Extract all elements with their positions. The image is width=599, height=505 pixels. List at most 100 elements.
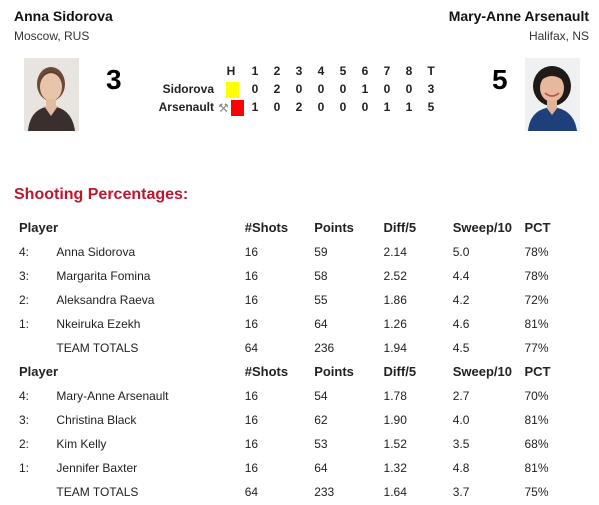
player-diff: 1.26 <box>383 317 407 331</box>
player-shots: 16 <box>244 317 259 331</box>
player-points: 54 <box>314 389 328 403</box>
player-shots: 16 <box>244 413 259 427</box>
end-header-6: 6 <box>361 64 369 78</box>
player-points: 62 <box>314 413 328 427</box>
total-header: T <box>427 64 435 78</box>
left-skip-name: Anna Sidorova <box>14 8 113 24</box>
player-row: 1: Jennifer Baxter 16 64 1.32 4.8 81% <box>14 456 574 480</box>
player-position: 4: <box>19 245 30 259</box>
player-row: 1: Nkeiruka Ezekh 16 64 1.26 4.6 81% <box>14 312 574 336</box>
player-row: 4: Anna Sidorova 16 59 2.14 5.0 78% <box>14 240 574 264</box>
player-points: 58 <box>314 269 328 283</box>
stats-header-row: Player #Shots Points Diff/5 Sweep/10 PCT <box>14 216 574 240</box>
team-total-diff: 1.64 <box>383 485 407 499</box>
left-skip-score: 3 <box>106 64 122 95</box>
stone-color-indicator: ⚒ <box>218 98 244 116</box>
player-points: 55 <box>314 293 328 307</box>
stats-header-row: Player #Shots Points Diff/5 Sweep/10 PCT <box>14 360 574 384</box>
linescore-row: Sidorova 0 2 0 0 0 1 0 0 3 <box>148 80 442 98</box>
shooting-percentages-table: Player #Shots Points Diff/5 Sweep/10 PCT… <box>14 216 574 504</box>
player-diff: 1.52 <box>383 437 407 451</box>
player-diff: 1.86 <box>383 293 407 307</box>
end-header-4: 4 <box>317 64 325 78</box>
team-totals-label: TEAM TOTALS <box>56 341 139 355</box>
hammer-icon: ⚒ <box>218 101 229 115</box>
column-header-player: Player <box>19 220 59 235</box>
right-skip-name: Mary-Anne Arsenault <box>448 8 589 24</box>
player-shots: 16 <box>244 389 259 403</box>
player-name: Jennifer Baxter <box>56 461 138 475</box>
column-header-diff: Diff/5 <box>383 220 417 235</box>
player-pct: 81% <box>524 413 549 427</box>
player-shots: 16 <box>244 269 259 283</box>
player-position: 2: <box>19 437 30 451</box>
linescore-team-name: Sidorova <box>162 82 214 96</box>
team-total-points: 233 <box>314 485 335 499</box>
team-totals-label: TEAM TOTALS <box>56 485 139 499</box>
player-name: Kim Kelly <box>56 437 107 451</box>
red-stone-marker <box>231 99 244 116</box>
total-score: 5 <box>427 100 435 114</box>
player-sweep: 4.0 <box>452 413 470 427</box>
team-total-pct: 77% <box>524 341 549 355</box>
team-total-diff: 1.94 <box>383 341 407 355</box>
player-sweep: 3.5 <box>452 437 470 451</box>
end-score: 1 <box>383 100 391 114</box>
end-score: 2 <box>295 100 303 114</box>
column-header-player: Player <box>19 364 59 379</box>
end-header-7: 7 <box>383 64 391 78</box>
player-pct: 81% <box>524 461 549 475</box>
player-pct: 78% <box>524 269 549 283</box>
column-header-sweep: Sweep/10 <box>452 220 513 235</box>
player-name: Anna Sidorova <box>56 245 136 259</box>
player-name: Mary-Anne Arsenault <box>56 389 169 403</box>
team-totals-row: TEAM TOTALS 64 236 1.94 4.5 77% <box>14 336 574 360</box>
end-score: 0 <box>361 100 369 114</box>
end-score: 2 <box>273 82 281 96</box>
team-total-sweep: 4.5 <box>452 341 470 355</box>
end-score: 0 <box>405 82 413 96</box>
end-score: 0 <box>295 82 303 96</box>
column-header-shots: #Shots <box>244 220 289 235</box>
player-pct: 68% <box>524 437 549 451</box>
player-position: 2: <box>19 293 30 307</box>
linescore-table: H 1 2 3 4 5 6 7 8 T Sidorova 0 2 0 0 0 1… <box>148 62 442 116</box>
team-total-points: 236 <box>314 341 335 355</box>
end-header-8: 8 <box>405 64 413 78</box>
end-score: 0 <box>339 82 347 96</box>
column-header-points: Points <box>314 220 354 235</box>
player-sweep: 4.4 <box>452 269 470 283</box>
linescore-hammer-header: H <box>226 64 236 78</box>
left-skip-location: Moscow, RUS <box>14 29 90 43</box>
end-score: 1 <box>251 100 259 114</box>
column-header-diff: Diff/5 <box>383 364 417 379</box>
player-position: 1: <box>19 461 30 475</box>
linescore-header-row: H 1 2 3 4 5 6 7 8 T <box>148 62 442 80</box>
team-total-shots: 64 <box>244 485 259 499</box>
player-name: Christina Black <box>56 413 137 427</box>
column-header-sweep: Sweep/10 <box>452 364 513 379</box>
linescore-corner <box>148 62 218 80</box>
player-pct: 78% <box>524 245 549 259</box>
player-sweep: 4.2 <box>452 293 470 307</box>
player-pct: 81% <box>524 317 549 331</box>
player-diff: 1.90 <box>383 413 407 427</box>
player-row: 2: Kim Kelly 16 53 1.52 3.5 68% <box>14 432 574 456</box>
linescore-team-name: Arsenault <box>158 100 214 114</box>
team-total-shots: 64 <box>244 341 259 355</box>
end-score: 0 <box>317 100 325 114</box>
player-diff: 2.14 <box>383 245 407 259</box>
player-pct: 70% <box>524 389 549 403</box>
team-totals-row: TEAM TOTALS 64 233 1.64 3.7 75% <box>14 480 574 504</box>
end-score: 0 <box>383 82 391 96</box>
player-row: 3: Christina Black 16 62 1.90 4.0 81% <box>14 408 574 432</box>
player-shots: 16 <box>244 245 259 259</box>
end-header-3: 3 <box>295 64 303 78</box>
player-diff: 1.32 <box>383 461 407 475</box>
right-skip-score: 5 <box>492 64 508 95</box>
team-total-pct: 75% <box>524 485 549 499</box>
player-name: Aleksandra Raeva <box>56 293 155 307</box>
player-diff: 1.78 <box>383 389 407 403</box>
column-header-shots: #Shots <box>244 364 289 379</box>
player-points: 53 <box>314 437 328 451</box>
